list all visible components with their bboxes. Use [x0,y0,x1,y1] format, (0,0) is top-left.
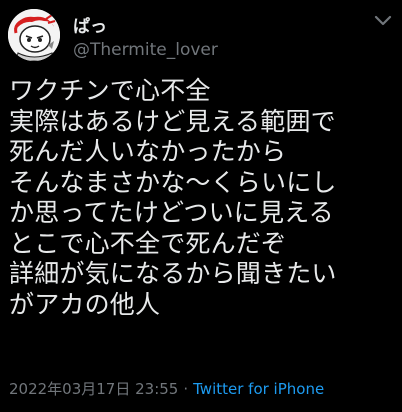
tweet-timestamp[interactable]: 2022年03月17日 23:55 [9,380,178,398]
tweet-source-link[interactable]: Twitter for iPhone [193,380,324,398]
tweet-text: ワクチンで心不全 実際はあるけど見える範囲で 死んだ人いなかったから そんなまさ… [9,76,337,319]
tweet-meta: 2022年03月17日 23:55 · Twitter for iPhone [9,378,324,399]
meta-separator: · [183,380,189,398]
avatar-illustration-icon [8,9,60,61]
chevron-down-icon[interactable] [373,14,393,28]
tweet-card: ぱっ @Thermite_lover ワクチンで心不全 実際はあるけど見える範囲… [0,0,402,412]
user-handle[interactable]: @Thermite_lover [73,40,218,60]
avatar[interactable] [8,9,60,61]
user-display-name[interactable]: ぱっ [73,12,107,37]
